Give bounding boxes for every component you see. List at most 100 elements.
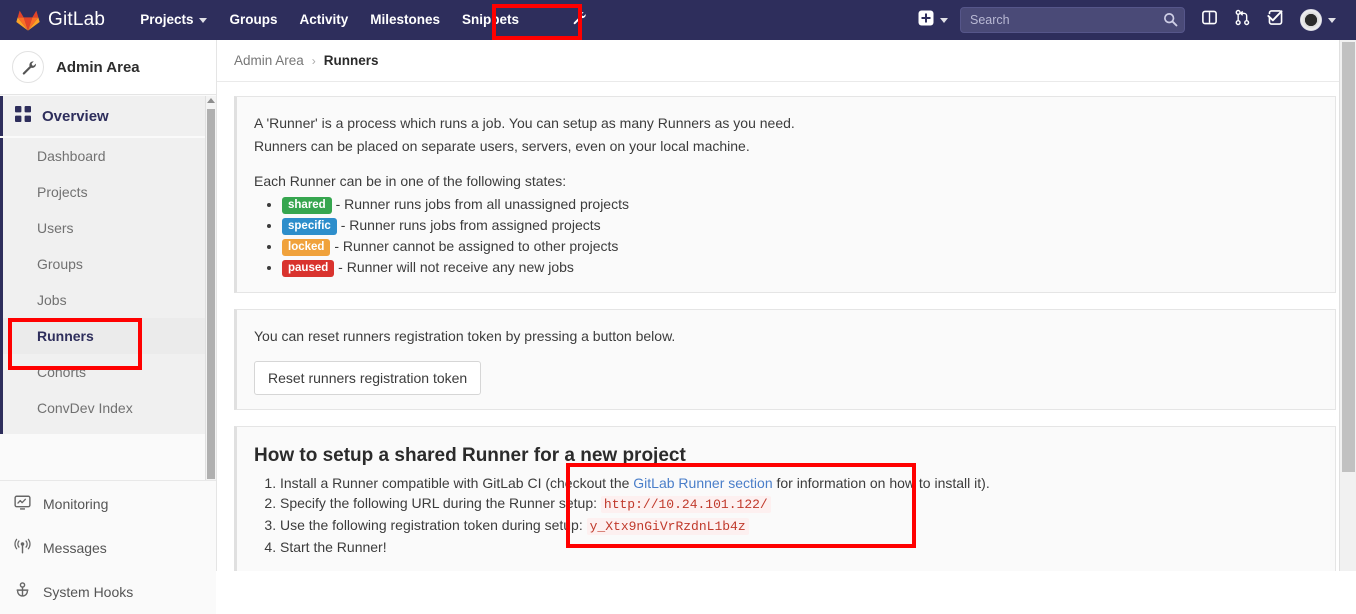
sidebar-item-monitoring[interactable]: Monitoring: [0, 482, 216, 526]
primary-nav-links: Projects Groups Activity Milestones Snip…: [129, 0, 530, 40]
list-item: Use the following registration token dur…: [280, 515, 1315, 537]
status-badge-description: - Runner will not receive any new jobs: [338, 259, 574, 275]
avatar: [1300, 9, 1322, 31]
issues-button[interactable]: [1193, 0, 1226, 40]
runner-info-line2: Runners can be placed on separate users,…: [254, 138, 750, 154]
status-badge: paused: [282, 260, 335, 277]
status-badge-description: - Runner runs jobs from assigned project…: [340, 217, 601, 233]
search-box[interactable]: [960, 7, 1185, 33]
runner-states-list: shared - Runner runs jobs from all unass…: [254, 194, 1315, 278]
nav-item-snippets[interactable]: Snippets: [451, 0, 530, 40]
merge-request-icon: [1234, 9, 1251, 31]
status-badge-description: - Runner cannot be assigned to other pro…: [334, 238, 619, 254]
grid-overview-icon: [15, 105, 31, 127]
page-title: How to setup a shared Runner for a new p…: [254, 445, 686, 466]
sidebar-header: Admin Area: [0, 40, 216, 95]
sidebar-section-overview-label: Overview: [42, 107, 109, 125]
runner-url-value: http://10.24.101.122/: [600, 496, 771, 513]
breadcrumb-parent-link[interactable]: Admin Area: [234, 53, 304, 68]
gitlab-runner-section-link[interactable]: GitLab Runner section: [633, 475, 772, 491]
page-scrollbar[interactable]: [1339, 40, 1356, 571]
gitlab-tanuki-logo-icon: [16, 8, 40, 32]
broadcast-icon: [14, 538, 31, 558]
setup-steps-list: Install a Runner compatible with GitLab …: [254, 473, 1315, 557]
page-scrollbar-thumb[interactable]: [1342, 42, 1355, 472]
chevron-down-icon: [940, 17, 948, 23]
hook-icon: [14, 582, 31, 602]
breadcrumb: Admin Area › Runners: [217, 40, 1356, 82]
sidebar-scrollbar[interactable]: [205, 96, 216, 480]
sidebar-item-messages-label: Messages: [43, 540, 107, 556]
merge-requests-button[interactable]: [1226, 0, 1259, 40]
status-badge: locked: [282, 239, 331, 256]
list-item: Specify the following URL during the Run…: [280, 493, 1315, 515]
chevron-down-icon: [199, 17, 208, 23]
navbar-right-actions: [910, 0, 1356, 40]
sidebar-scroll-region: Overview Dashboard Projects Users Groups…: [0, 96, 216, 481]
runner-states-intro: Each Runner can be in one of the followi…: [254, 173, 567, 189]
sidebar-item-groups[interactable]: Groups: [3, 246, 216, 282]
nav-item-activity[interactable]: Activity: [288, 0, 359, 40]
issues-icon: [1201, 9, 1218, 31]
user-menu-button[interactable]: [1292, 0, 1344, 40]
sidebar-item-messages[interactable]: Messages: [0, 526, 216, 570]
list-item: paused - Runner will not receive any new…: [282, 257, 1315, 278]
breadcrumb-separator-icon: ›: [311, 53, 316, 68]
monitor-chart-icon: [14, 494, 31, 514]
sidebar-item-convdev-index[interactable]: ConvDev Index: [3, 390, 216, 426]
sidebar-overview-items: Dashboard Projects Users Groups Jobs Run…: [0, 138, 216, 434]
chevron-down-icon: [1328, 17, 1336, 23]
registration-token-value: y_Xtx9nGiVrRzdnL1b4z: [586, 518, 749, 535]
setup-step2-pre: Specify the following URL during the Run…: [280, 495, 601, 511]
nav-item-projects-label: Projects: [140, 12, 194, 27]
wrench-icon: [570, 9, 588, 32]
nav-item-groups[interactable]: Groups: [218, 0, 288, 40]
list-item: Install a Runner compatible with GitLab …: [280, 473, 1315, 493]
sidebar-item-system-hooks-label: System Hooks: [43, 584, 134, 600]
gitlab-brand-text: GitLab: [48, 9, 106, 30]
nav-item-projects[interactable]: Projects: [129, 0, 218, 40]
sidebar-title: Admin Area: [56, 58, 140, 76]
sidebar-item-cohorts[interactable]: Cohorts: [3, 354, 216, 390]
sidebar-item-monitoring-label: Monitoring: [43, 496, 109, 512]
search-input[interactable]: [960, 7, 1185, 33]
list-item: specific - Runner runs jobs from assigne…: [282, 215, 1315, 236]
nav-item-milestones[interactable]: Milestones: [359, 0, 451, 40]
scroll-up-arrow-icon[interactable]: [207, 98, 215, 103]
sidebar-item-jobs[interactable]: Jobs: [3, 282, 216, 318]
runner-info-panel: A 'Runner' is a process which runs a job…: [234, 96, 1336, 293]
sidebar-item-system-hooks[interactable]: System Hooks: [0, 570, 216, 614]
status-badge: specific: [282, 218, 337, 235]
sidebar-item-runners[interactable]: Runners: [3, 318, 216, 354]
list-item: Start the Runner!: [280, 537, 1315, 557]
todos-check-icon: [1267, 9, 1284, 31]
reset-token-description: You can reset runners registration token…: [254, 328, 676, 344]
admin-area-button[interactable]: [535, 0, 623, 40]
sidebar-scrollbar-thumb[interactable]: [207, 109, 215, 479]
new-item-button[interactable]: [910, 0, 956, 40]
setup-step1-post: for information on how to install it).: [772, 475, 990, 491]
setup-shared-runner-panel: How to setup a shared Runner for a new p…: [234, 426, 1336, 571]
breadcrumb-current: Runners: [323, 53, 379, 68]
sidebar-section-overview[interactable]: Overview: [0, 96, 216, 136]
gitlab-logo-home-link[interactable]: GitLab: [0, 0, 115, 40]
wrench-icon: [12, 51, 44, 83]
sidebar-item-users[interactable]: Users: [3, 210, 216, 246]
list-item: shared - Runner runs jobs from all unass…: [282, 194, 1315, 215]
list-item: locked - Runner cannot be assigned to ot…: [282, 236, 1315, 257]
reset-runners-registration-token-button[interactable]: Reset runners registration token: [254, 361, 482, 395]
sidebar-item-projects[interactable]: Projects: [3, 174, 216, 210]
setup-step1-pre: Install a Runner compatible with GitLab …: [280, 475, 634, 491]
setup-step3-pre: Use the following registration token dur…: [280, 517, 587, 533]
admin-sidebar: Admin Area Overview Dashboard Projects U…: [0, 40, 217, 614]
main-content: Admin Area › Runners A 'Runner' is a pro…: [217, 40, 1356, 571]
top-navbar: GitLab Projects Groups Activity Mileston…: [0, 0, 1356, 40]
runner-info-line1: A 'Runner' is a process which runs a job…: [254, 115, 795, 131]
reset-token-panel: You can reset runners registration token…: [234, 309, 1336, 410]
todos-button[interactable]: [1259, 0, 1292, 40]
sidebar-item-dashboard[interactable]: Dashboard: [3, 138, 216, 174]
plus-square-icon: [918, 10, 934, 31]
status-badge: shared: [282, 197, 332, 214]
status-badge-description: - Runner runs jobs from all unassigned p…: [335, 196, 629, 212]
sidebar-bottom-items: Monitoring Messages System Hooks: [0, 482, 216, 614]
